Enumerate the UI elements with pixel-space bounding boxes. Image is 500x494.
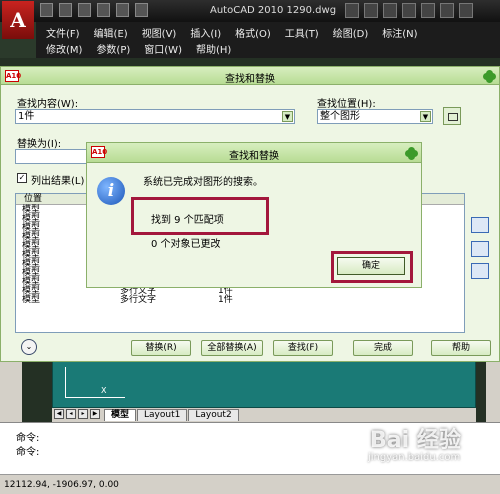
window-title: AutoCAD 2010 1290.dwg xyxy=(210,5,337,16)
info-icon: i xyxy=(97,177,125,205)
menu-view[interactable]: 视图(V) xyxy=(142,25,177,40)
layout-tab-bar: ◀ ◂ ▸ ▶ 模型 Layout1 Layout2 xyxy=(52,408,476,422)
tools-icon[interactable] xyxy=(383,3,397,18)
star-icon[interactable] xyxy=(364,3,378,18)
location-select[interactable]: 整个图形 ▼ xyxy=(317,109,433,124)
table-row[interactable]: 模型 多行文字 1件 xyxy=(22,287,462,296)
clover-icon xyxy=(405,147,418,160)
menu-window[interactable]: 窗口(W) xyxy=(144,41,182,56)
select-objects-icon[interactable] xyxy=(443,107,461,125)
plot-icon[interactable] xyxy=(135,3,148,17)
replace-label: 替换为(I): xyxy=(17,139,62,150)
replace-button[interactable]: 替换(R) xyxy=(131,340,191,356)
location-value: 整个图形 xyxy=(320,111,360,122)
menu-help[interactable]: 帮助(H) xyxy=(196,41,231,56)
autocad-logo-icon[interactable]: A xyxy=(2,1,34,39)
coordinate-readout: 12112.94, -1906.97, 0.00 xyxy=(4,480,119,490)
menu-row-2: 修改(M) 参数(P) 窗口(W) 帮助(H) xyxy=(46,41,245,56)
table-row[interactable]: 模型 多行文字 1件 xyxy=(22,296,462,305)
command-history-line: 命令: xyxy=(16,433,40,444)
find-input[interactable]: 1件 ▼ xyxy=(15,109,295,124)
expand-options-button[interactable]: ⌄ xyxy=(21,339,37,355)
next-tab-icon[interactable]: ▸ xyxy=(78,409,88,419)
matches-found-text: 找到 9 个匹配项 xyxy=(151,215,224,226)
find-label: 查找内容(W): xyxy=(17,99,79,110)
command-prompt[interactable]: 命令: xyxy=(16,443,39,458)
left-toolbar[interactable] xyxy=(0,355,22,425)
menu-bar: 文件(F) 编辑(E) 视图(V) 插入(I) 格式(O) 工具(T) 绘图(D… xyxy=(36,22,500,58)
quick-access-toolbar xyxy=(40,3,148,17)
ucs-x-label: X xyxy=(101,386,107,395)
highlight-icon[interactable] xyxy=(471,263,489,279)
tab-navigation: ◀ ◂ ▸ ▶ xyxy=(52,409,104,421)
menu-parametric[interactable]: 参数(P) xyxy=(96,41,130,56)
tab-layout1[interactable]: Layout1 xyxy=(137,409,188,421)
menu-tools[interactable]: 工具(T) xyxy=(285,25,319,40)
menu-file[interactable]: 文件(F) xyxy=(46,25,80,40)
tab-layout2[interactable]: Layout2 xyxy=(188,409,239,421)
list-results-label: 列出结果(L) xyxy=(31,176,85,187)
menu-draw[interactable]: 绘图(D) xyxy=(333,25,369,40)
find-button[interactable]: 查找(F) xyxy=(273,340,333,356)
help-icon[interactable] xyxy=(402,3,416,18)
help-button[interactable]: 帮助 xyxy=(431,340,491,356)
menu-insert[interactable]: 插入(I) xyxy=(190,25,221,40)
dialog-titlebar[interactable]: A10 查找和替换 xyxy=(1,67,499,85)
watermark-url: jingyan.baidu.com xyxy=(368,452,461,463)
chevron-down-icon[interactable]: ▼ xyxy=(282,111,293,122)
objects-changed-text: 0 个对象已更改 xyxy=(151,239,221,250)
model-space-view[interactable]: X xyxy=(52,360,476,408)
close-icon[interactable] xyxy=(459,3,473,18)
save-icon[interactable] xyxy=(78,3,91,17)
binoculars-icon[interactable] xyxy=(345,3,359,18)
chevron-down-icon[interactable]: ▼ xyxy=(420,111,431,122)
maximize-icon[interactable] xyxy=(440,3,454,18)
new-file-icon[interactable] xyxy=(40,3,53,17)
message-titlebar[interactable]: A10 查找和替换 xyxy=(87,143,421,163)
first-tab-icon[interactable]: ◀ xyxy=(54,409,64,419)
menu-edit[interactable]: 编辑(E) xyxy=(94,25,128,40)
done-button[interactable]: 完成 xyxy=(353,340,413,356)
status-bar: 12112.94, -1906.97, 0.00 xyxy=(0,474,500,494)
watermark-logo: Bai 经验 xyxy=(370,428,461,453)
infocenter-toolbar xyxy=(345,3,473,18)
result-message-box: A10 查找和替换 i 系统已完成对图形的搜索。 找到 9 个匹配项 0 个对象… xyxy=(86,142,422,288)
tab-model[interactable]: 模型 xyxy=(104,409,137,421)
menu-dimension[interactable]: 标注(N) xyxy=(382,25,417,40)
undo-icon[interactable] xyxy=(97,3,110,17)
prev-tab-icon[interactable]: ◂ xyxy=(66,409,76,419)
menu-modify[interactable]: 修改(M) xyxy=(46,41,82,56)
minimize-icon[interactable] xyxy=(421,3,435,18)
redo-icon[interactable] xyxy=(116,3,129,17)
zoom-to-icon[interactable] xyxy=(471,217,489,233)
find-value: 1件 xyxy=(18,111,35,122)
replace-all-button[interactable]: 全部替换(A) xyxy=(201,340,263,356)
menu-row-1: 文件(F) 编辑(E) 视图(V) 插入(I) 格式(O) 工具(T) 绘图(D… xyxy=(46,25,432,40)
create-selection-icon[interactable] xyxy=(471,241,489,257)
app-titlebar: A AutoCAD 2010 1290.dwg xyxy=(0,0,500,39)
menu-format[interactable]: 格式(O) xyxy=(235,25,271,40)
last-tab-icon[interactable]: ▶ xyxy=(90,409,100,419)
list-results-checkbox[interactable]: ✓ xyxy=(17,173,27,183)
search-complete-text: 系统已完成对图形的搜索。 xyxy=(143,177,263,188)
clover-icon xyxy=(483,70,496,83)
open-file-icon[interactable] xyxy=(59,3,72,17)
ok-button[interactable]: 确定 xyxy=(337,257,405,275)
dialog-title: 查找和替换 xyxy=(225,74,275,85)
message-title: 查找和替换 xyxy=(229,151,279,162)
ucs-y-axis xyxy=(65,367,66,397)
ucs-x-axis xyxy=(65,397,125,398)
right-toolbar[interactable] xyxy=(486,360,500,424)
location-label: 查找位置(H): xyxy=(317,99,376,110)
